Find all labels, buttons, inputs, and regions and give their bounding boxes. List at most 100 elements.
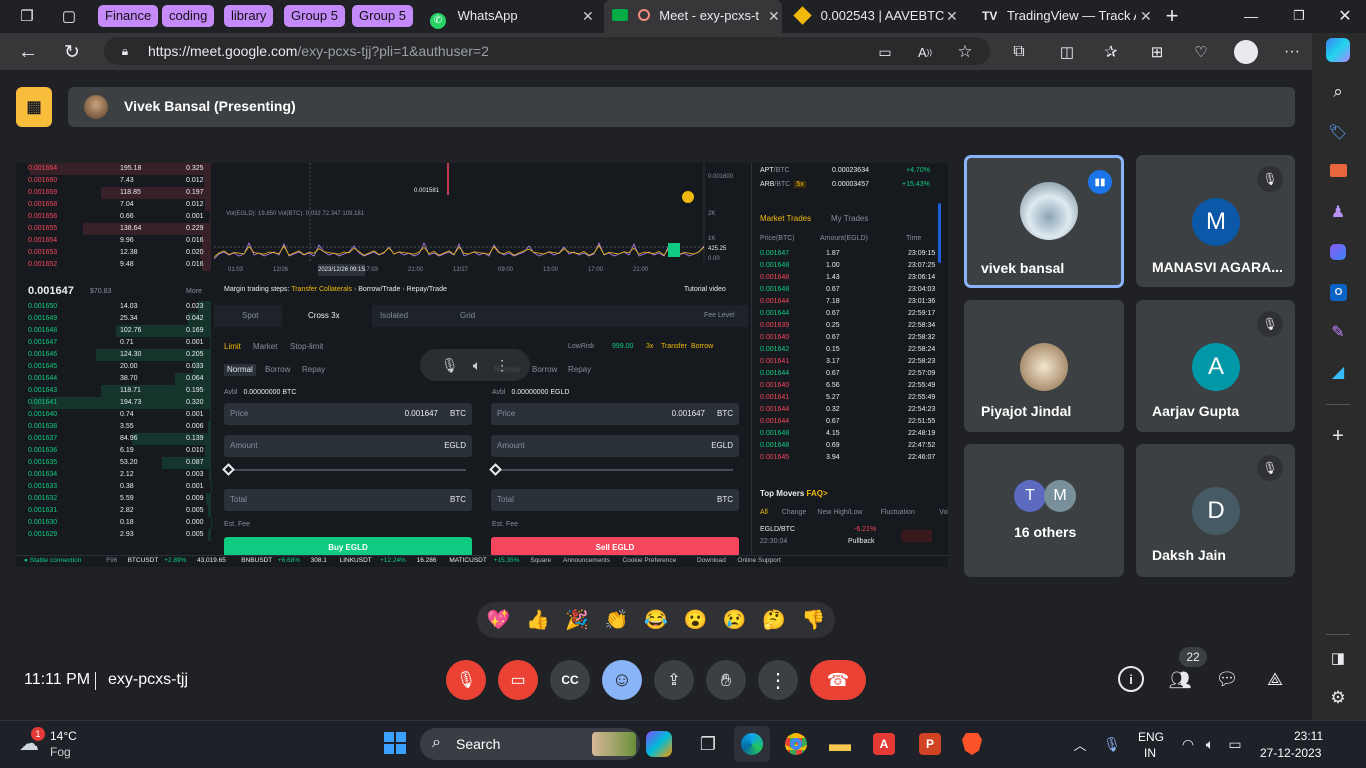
tab-actions-icon[interactable]: ▢	[56, 4, 82, 28]
buy-price-field[interactable]: Price BTC 0.001647	[224, 403, 472, 425]
mode-repay-sell[interactable]: Repay	[568, 364, 591, 376]
reaction-clapping[interactable]: 👏	[599, 602, 635, 638]
status-link[interactable]: Cookie Preference	[622, 555, 676, 567]
battery-icon[interactable]: ▭	[1224, 734, 1246, 754]
performance-icon[interactable]: ♡	[1190, 41, 1212, 63]
participant-tile-daksh[interactable]: D 🎙︎ Daksh Jain	[1136, 444, 1295, 577]
presentation-badge-icon[interactable]: ▦	[16, 87, 52, 127]
trade-row[interactable]: 0.001648 1.00 23:07:25	[760, 260, 935, 272]
trade-row[interactable]: 0.001640 6.56 22:55:49	[760, 380, 935, 392]
trade-row[interactable]: 0.001642 0.15 22:58:24	[760, 344, 935, 356]
mover-tab[interactable]: New High/Low	[817, 507, 862, 519]
wifi-icon[interactable]: ◠	[1178, 734, 1198, 754]
reaction-party-popper[interactable]: 🎉	[559, 602, 595, 638]
tab-group-5a[interactable]: Group 5	[284, 5, 345, 27]
tab-market-trades[interactable]: Market Trades	[760, 213, 811, 225]
bid-row[interactable]: 0.001637 84.96 0.139	[16, 433, 211, 445]
sell-button[interactable]: Sell EGLD	[491, 537, 739, 557]
shopping-icon[interactable]: 🏷︎	[1326, 120, 1350, 144]
trade-row[interactable]: 0.001648 4.15 22:48:19	[760, 428, 935, 440]
mover-tab[interactable]: Volume	[939, 507, 948, 519]
clock-date[interactable]: 27-12-2023	[1260, 746, 1321, 760]
new-tab-icon[interactable]: +	[1160, 3, 1184, 28]
borrow-link[interactable]: Borrow	[691, 341, 713, 353]
add-icon[interactable]: +	[1326, 424, 1350, 448]
raise-hand-button[interactable]: ✋︎	[706, 660, 746, 700]
bid-row[interactable]: 0.001635 53.20 0.087	[16, 457, 211, 469]
faq-link[interactable]: FAQ>	[807, 489, 828, 498]
brave-taskbar-icon[interactable]	[954, 726, 990, 762]
trade-row[interactable]: 0.001641 3.17 22:58:23	[760, 356, 935, 368]
order-type-market[interactable]: Market	[253, 341, 277, 353]
activities-icon[interactable]: ⟁	[1262, 666, 1288, 692]
buy-slider[interactable]	[230, 469, 466, 471]
people-icon[interactable]: 👥︎	[1166, 666, 1194, 694]
participant-tile-piyajot[interactable]: Piyajot Jindal	[964, 300, 1124, 432]
ask-row[interactable]: 0.001653 12.38 0.020	[16, 247, 211, 259]
participant-tile-vivek[interactable]: ▮▮ vivek bansal	[964, 155, 1124, 288]
bid-row[interactable]: 0.001633 0.38 0.001	[16, 481, 211, 493]
trades-scrollbar[interactable]	[938, 203, 941, 263]
camera-icon[interactable]: ▭	[874, 41, 896, 63]
games-icon[interactable]: ♟	[1326, 200, 1350, 224]
trade-row[interactable]: 0.001648 1.43 23:06:14	[760, 272, 935, 284]
edge-taskbar-icon[interactable]	[734, 726, 770, 762]
reaction-thumbs-down[interactable]: 👎	[796, 602, 832, 638]
bid-row[interactable]: 0.001632 5.59 0.009	[16, 493, 211, 505]
ask-row[interactable]: 0.001658 7.04 0.012	[16, 199, 211, 211]
ask-row[interactable]: 0.001656 0.66 0.001	[16, 211, 211, 223]
bid-row[interactable]: 0.001629 2.93 0.005	[16, 529, 211, 541]
ask-row[interactable]: 0.001652 9.48 0.016	[16, 259, 211, 271]
reaction-crying[interactable]: 😢	[717, 602, 753, 638]
buy-button[interactable]: Buy EGLD	[224, 537, 472, 557]
tab-tradingview[interactable]: TV TradingView — Track A ✕	[976, 0, 1156, 33]
ask-row[interactable]: 0.001664 195.18 0.325	[16, 163, 211, 175]
bid-row[interactable]: 0.001644 38.70 0.064	[16, 373, 211, 385]
buy-amount-field[interactable]: Amount EGLD	[224, 435, 472, 457]
bid-row[interactable]: 0.001631 2.82 0.005	[16, 505, 211, 517]
more-vert-icon[interactable]: ⋮	[495, 357, 509, 374]
lock-icon[interactable]: 🔒︎	[116, 42, 134, 60]
restore-icon[interactable]: ❐	[1284, 4, 1314, 28]
meeting-details-icon[interactable]: i	[1118, 666, 1144, 692]
tab-group-coding[interactable]: coding	[162, 5, 215, 27]
more-icon[interactable]: ···	[1280, 41, 1304, 63]
trade-row[interactable]: 0.001647 1.87 23:09:15	[760, 248, 935, 260]
more-link[interactable]: More	[186, 286, 202, 298]
mode-repay[interactable]: Repay	[302, 364, 325, 376]
step-link[interactable]: Borrow/Trade	[358, 286, 400, 293]
tab-my-trades[interactable]: My Trades	[831, 213, 868, 225]
task-view-icon[interactable]: ❐	[690, 726, 726, 762]
close-icon[interactable]: ✕	[946, 0, 958, 32]
language-bottom[interactable]: IN	[1144, 746, 1156, 760]
ask-row[interactable]: 0.001659 118.85 0.197	[16, 187, 211, 199]
bid-row[interactable]: 0.001649 25.34 0.042	[16, 313, 211, 325]
refresh-icon[interactable]: ↻	[60, 40, 84, 64]
trade-row[interactable]: 0.001648 0.67 23:04:03	[760, 284, 935, 296]
tools-icon[interactable]	[1330, 164, 1347, 177]
tab-group-5b[interactable]: Group 5	[352, 5, 413, 27]
bid-row[interactable]: 0.001646 124.30 0.205	[16, 349, 211, 361]
mode-borrow-sell[interactable]: Borrow	[532, 364, 557, 376]
bid-row[interactable]: 0.001647 0.71 0.001	[16, 337, 211, 349]
mic-off-button[interactable]: 🎙︎	[446, 660, 486, 700]
back-icon[interactable]: ←	[16, 40, 40, 64]
minimize-icon[interactable]: —	[1236, 4, 1266, 28]
sell-total-field[interactable]: Total BTC	[491, 489, 739, 511]
trade-row[interactable]: 0.001645 3.94 22:46:07	[760, 452, 935, 464]
order-type-limit[interactable]: Limit	[224, 341, 241, 353]
buy-total-field[interactable]: Total BTC	[224, 489, 472, 511]
camera-off-button[interactable]: ▭	[498, 660, 538, 700]
status-link[interactable]: Online Support	[737, 555, 780, 567]
reactions-button[interactable]: ☺	[602, 660, 642, 700]
trade-row[interactable]: 0.001644 7.18 23:01:36	[760, 296, 935, 308]
chrome-taskbar-icon[interactable]	[778, 726, 814, 762]
reaction-surprised[interactable]: 😮	[677, 602, 713, 638]
tab-whatsapp[interactable]: ✆ WhatsApp ✕	[424, 0, 602, 33]
tab-group-finance[interactable]: Finance	[98, 5, 159, 27]
bid-row[interactable]: 0.001640 0.74 0.001	[16, 409, 211, 421]
close-icon[interactable]: ✕	[1136, 0, 1152, 32]
more-options-button[interactable]: ⋮	[758, 660, 798, 700]
bid-row[interactable]: 0.001641 194.73 0.320	[16, 397, 211, 409]
bid-row[interactable]: 0.001645 20.00 0.033	[16, 361, 211, 373]
